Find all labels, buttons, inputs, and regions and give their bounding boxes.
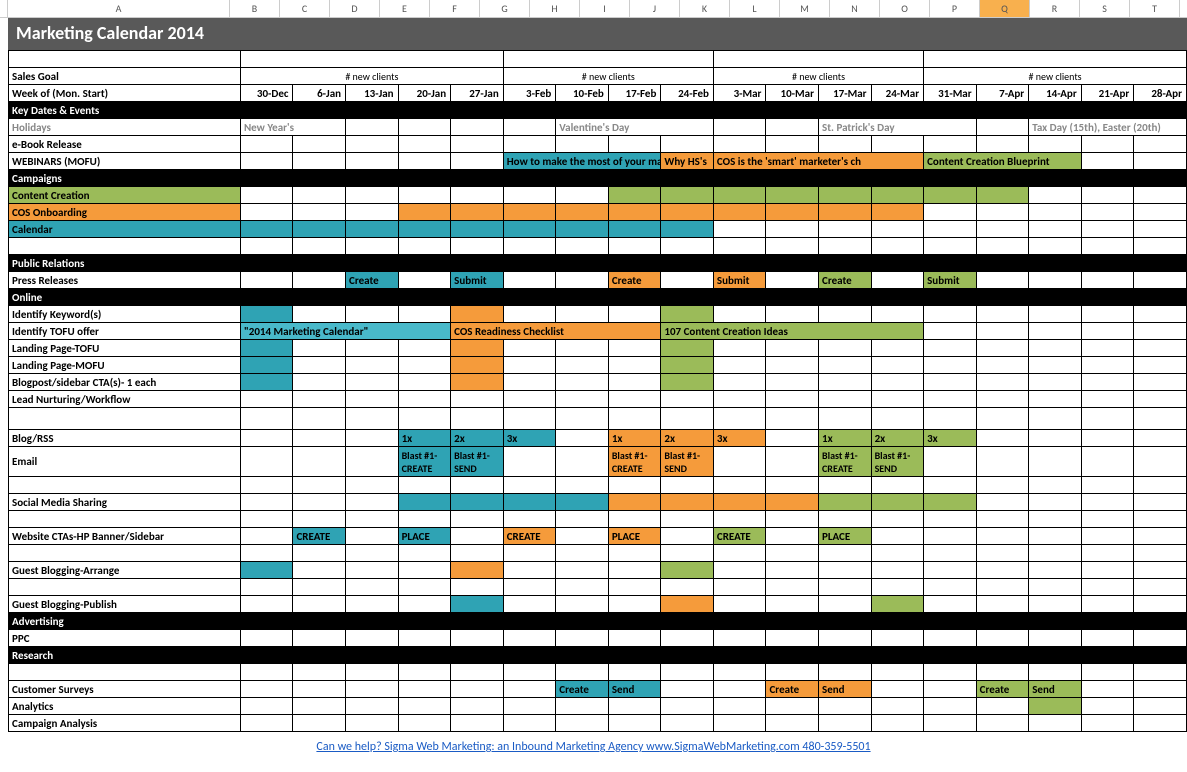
row-guest-arrange[interactable]: Guest Blogging-Arrange	[9, 562, 1187, 579]
row-guest-publish[interactable]: Guest Blogging-Publish	[9, 596, 1187, 613]
column-headers-row: A B C D E F G H I J K L M N O P Q R S T	[0, 0, 1187, 18]
section-research: Research	[9, 647, 1187, 664]
row-cos-onboarding[interactable]: COS Onboarding	[9, 204, 1187, 221]
row-lead-nurturing[interactable]: Lead Nurturing/Workflow	[9, 391, 1187, 408]
section-key-dates: Key Dates & Events	[9, 102, 1187, 119]
week-header-row: Week of (Mon. Start) 30-Dec 6-Jan 13-Jan…	[9, 85, 1187, 102]
row-webinars[interactable]: WEBINARS (MOFU) How to make the most of …	[9, 153, 1187, 170]
row-website-ctas[interactable]: Website CTAs-HP Banner/Sidebar CREATE PL…	[9, 528, 1187, 545]
row-campaign-analysis[interactable]: Campaign Analysis	[9, 715, 1187, 732]
sales-goal-row: Sales Goal # new clients # new clients #…	[9, 68, 1187, 85]
row-identify-keywords[interactable]: Identify Keyword(s)	[9, 306, 1187, 323]
row-blank-1[interactable]	[9, 238, 1187, 255]
row-press-releases[interactable]: Press Releases Create Submit Create Subm…	[9, 272, 1187, 289]
section-public-relations: Public Relations	[9, 255, 1187, 272]
row-social-media[interactable]: Social Media Sharing	[9, 494, 1187, 511]
col-header: A	[8, 0, 230, 17]
row-content-creation[interactable]: Content Creation	[9, 187, 1187, 204]
section-online: Online	[9, 289, 1187, 306]
row-blank-2[interactable]	[9, 408, 1187, 430]
row-calendar[interactable]: Calendar	[9, 221, 1187, 238]
row-ppc[interactable]: PPC	[9, 630, 1187, 647]
row-landing-tofu[interactable]: Landing Page-TOFU	[9, 340, 1187, 357]
row-blank-3[interactable]	[9, 477, 1187, 494]
row-identify-tofu[interactable]: Identify TOFU offer "2014 Marketing Cale…	[9, 323, 1187, 340]
month-header-row: Month January February March April	[9, 51, 1187, 68]
row-blank-7[interactable]	[9, 664, 1187, 681]
row-landing-mofu[interactable]: Landing Page-MOFU	[9, 357, 1187, 374]
row-holidays[interactable]: Holidays New Year's Valentine's Day St. …	[9, 119, 1187, 136]
row-ebook[interactable]: e-Book Release	[9, 136, 1187, 153]
row-blank-4[interactable]	[9, 511, 1187, 528]
calendar-grid[interactable]: Month January February March April Sales…	[8, 50, 1187, 732]
section-advertising: Advertising	[9, 613, 1187, 630]
row-email[interactable]: Email Blast #1-CREATE Blast #1-SEND Blas…	[9, 447, 1187, 477]
row-customer-surveys[interactable]: Customer Surveys Create Send Create Send…	[9, 681, 1187, 698]
section-campaigns: Campaigns	[9, 170, 1187, 187]
page-title: Marketing Calendar 2014	[0, 18, 1187, 50]
footer-link[interactable]: Can we help? Sigma Web Marketing: an Inb…	[0, 732, 1187, 762]
row-blogpost-cta[interactable]: Blogpost/sidebar CTA(s)- 1 each	[9, 374, 1187, 391]
row-blank-6[interactable]	[9, 579, 1187, 596]
row-blank-5[interactable]	[9, 545, 1187, 562]
row-blog-rss[interactable]: Blog/RSS 1x 2x 3x 1x 2x 3x 1x 2x 3x	[9, 430, 1187, 447]
row-analytics[interactable]: Analytics	[9, 698, 1187, 715]
